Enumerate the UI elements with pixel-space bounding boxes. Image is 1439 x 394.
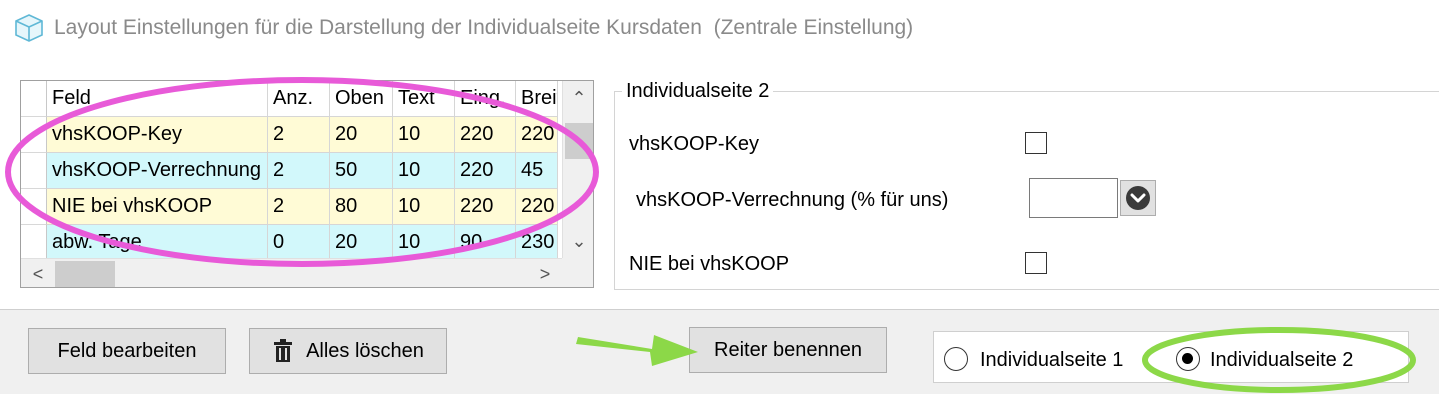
cell-anz[interactable]: 2 <box>268 153 330 189</box>
vhskoop-verrechnung-label: vhsKOOP-Verrechnung (% für uns) <box>636 189 949 211</box>
row-selector[interactable] <box>21 153 47 189</box>
nie-bei-vhskoop-label: NIE bei vhsKOOP <box>629 253 790 275</box>
row-selector[interactable] <box>21 225 47 261</box>
cell-text[interactable]: 10 <box>393 189 455 225</box>
column-header-feld[interactable]: Feld <box>47 81 268 117</box>
radio-label-individualseite-2[interactable]: Individualseite 2 <box>1210 349 1353 372</box>
cell-text[interactable]: 10 <box>393 225 455 261</box>
vertical-scrollbar[interactable]: ⌃ ⌄ <box>562 81 593 258</box>
cell-breit[interactable]: 230 <box>516 225 558 261</box>
cell-text[interactable]: 10 <box>393 117 455 153</box>
grid-header-row: Feld Anz. Oben Text Eing. Breit <box>21 81 558 117</box>
vhskoop-key-checkbox[interactable] <box>1025 132 1047 154</box>
scrollbar-corner <box>562 258 593 287</box>
horizontal-scroll-thumb[interactable] <box>55 261 115 287</box>
rename-tab-button[interactable]: Reiter benennen <box>689 327 887 373</box>
edit-field-button[interactable]: Feld bearbeiten <box>28 328 226 374</box>
cell-eing[interactable]: 220 <box>455 189 516 225</box>
cell-breit[interactable]: 45 <box>516 153 558 189</box>
nie-bei-vhskoop-checkbox[interactable] <box>1025 252 1047 274</box>
vhskoop-key-label: vhsKOOP-Key <box>629 133 760 155</box>
page-title: Layout Einstellungen für die Darstellung… <box>54 16 914 39</box>
cell-text[interactable]: 10 <box>393 153 455 189</box>
row-header-cell <box>21 81 47 117</box>
cell-breit[interactable]: 220 <box>516 117 558 153</box>
trash-icon <box>274 339 293 362</box>
delete-all-button[interactable]: Alles löschen <box>249 328 447 374</box>
cell-breit[interactable]: 220 <box>516 189 558 225</box>
scroll-left-icon[interactable]: < <box>23 259 53 287</box>
column-header-eing[interactable]: Eing. <box>455 81 516 117</box>
radio-individualseite-1[interactable] <box>944 347 968 371</box>
horizontal-scrollbar[interactable]: < > <box>21 258 562 287</box>
cell-eing[interactable]: 90 <box>455 225 516 261</box>
table-row[interactable]: NIE bei vhsKOOP 2 80 10 220 220 <box>21 189 558 225</box>
cell-anz[interactable]: 2 <box>268 117 330 153</box>
group-legend: Individualseite 2 <box>622 80 774 103</box>
scroll-right-icon[interactable]: > <box>530 259 560 287</box>
cell-feld[interactable]: abw. Tage <box>47 225 268 261</box>
cell-anz[interactable]: 0 <box>268 225 330 261</box>
cell-oben[interactable]: 50 <box>330 153 393 189</box>
vertical-scroll-thumb[interactable] <box>565 123 593 159</box>
dropdown-button[interactable] <box>1120 180 1156 216</box>
table-row[interactable]: vhsKOOP-Verrechnung 2 50 10 220 45 <box>21 153 558 189</box>
column-header-text[interactable]: Text <box>393 81 455 117</box>
chevron-down-icon <box>1126 186 1150 210</box>
row-selector[interactable] <box>21 189 47 225</box>
radio-label-individualseite-1[interactable]: Individualseite 1 <box>980 349 1123 372</box>
cell-oben[interactable]: 20 <box>330 117 393 153</box>
vhskoop-verrechnung-input[interactable] <box>1029 178 1118 218</box>
column-header-oben[interactable]: Oben <box>330 81 393 117</box>
column-header-breit[interactable]: Breit <box>516 81 558 117</box>
edit-field-label: Feld bearbeiten <box>57 339 197 362</box>
cell-eing[interactable]: 220 <box>455 153 516 189</box>
cell-feld[interactable]: vhsKOOP-Key <box>47 117 268 153</box>
cube-icon <box>15 14 43 42</box>
cell-anz[interactable]: 2 <box>268 189 330 225</box>
scroll-down-icon[interactable]: ⌄ <box>563 226 593 256</box>
rename-tab-label: Reiter benennen <box>714 338 862 361</box>
row-selector[interactable] <box>21 117 47 153</box>
cell-oben[interactable]: 80 <box>330 189 393 225</box>
field-grid[interactable]: Feld Anz. Oben Text Eing. Breit vhsKOOP-… <box>20 80 594 288</box>
delete-all-label: Alles löschen <box>306 339 424 362</box>
cell-oben[interactable]: 20 <box>330 225 393 261</box>
table-row[interactable]: vhsKOOP-Key 2 20 10 220 220 <box>21 117 558 153</box>
column-header-anz[interactable]: Anz. <box>268 81 330 117</box>
cell-feld[interactable]: vhsKOOP-Verrechnung <box>47 153 268 189</box>
table-row[interactable]: abw. Tage 0 20 10 90 230 <box>21 225 558 261</box>
radio-individualseite-2[interactable] <box>1176 347 1200 371</box>
cell-feld[interactable]: NIE bei vhsKOOP <box>47 189 268 225</box>
window-title: Layout Einstellungen für die Darstellung… <box>12 10 913 46</box>
cell-eing[interactable]: 220 <box>455 117 516 153</box>
scroll-up-icon[interactable]: ⌃ <box>563 83 593 113</box>
